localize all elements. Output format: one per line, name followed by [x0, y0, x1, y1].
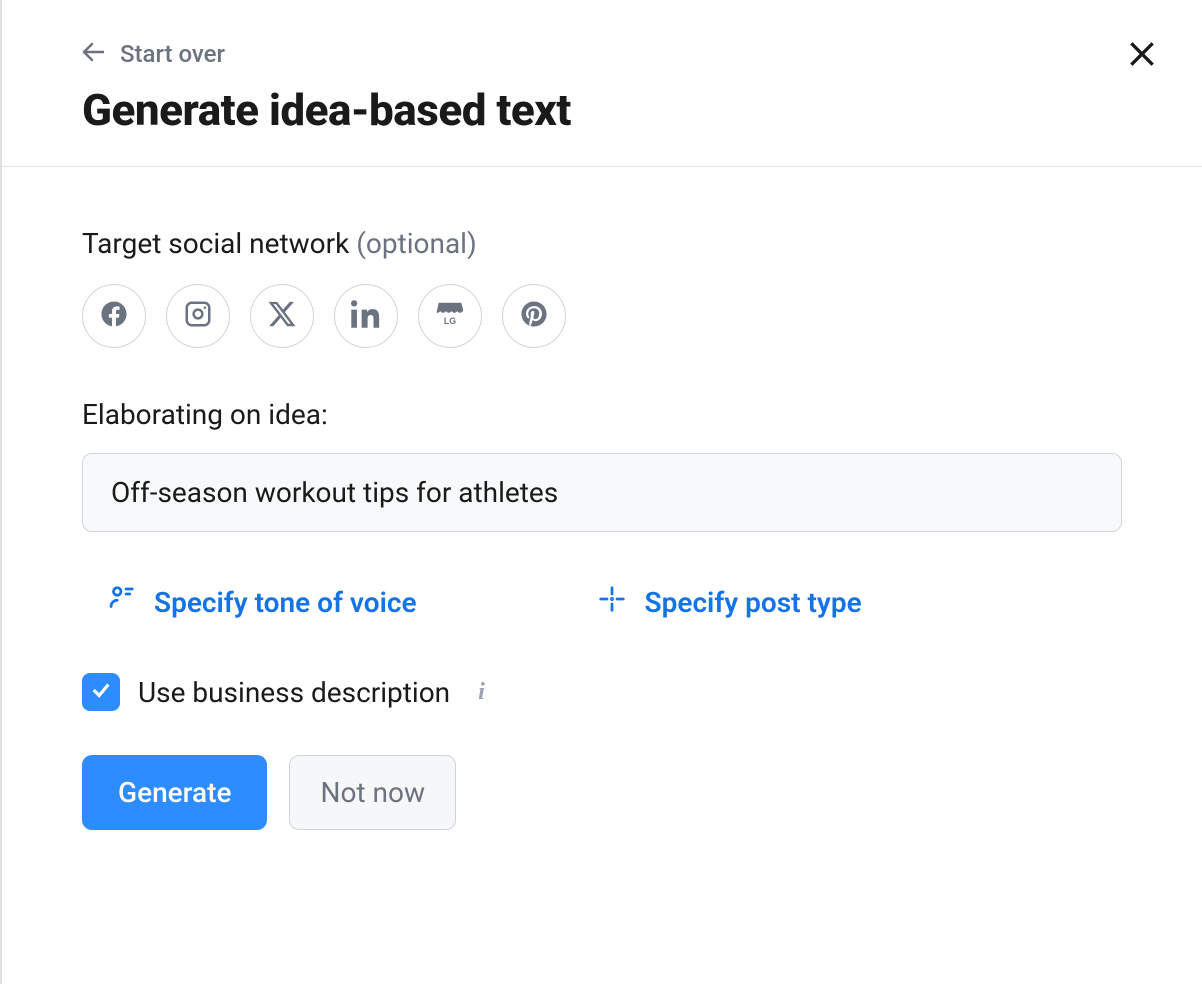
- social-x-button[interactable]: [250, 284, 314, 348]
- generate-button[interactable]: Generate: [82, 755, 267, 830]
- idea-label: Elaborating on idea:: [82, 398, 1122, 431]
- social-facebook-button[interactable]: [82, 284, 146, 348]
- options-row: Specify tone of voice Specify post type: [82, 584, 1122, 621]
- target-network-label-text: Target social network: [82, 227, 349, 260]
- modal-body: Target social network (optional): [2, 167, 1202, 890]
- social-network-row: LG: [82, 284, 1122, 348]
- business-desc-label: Use business description: [138, 676, 450, 709]
- social-pinterest-button[interactable]: [502, 284, 566, 348]
- modal-header: Start over Generate idea-based text: [2, 0, 1202, 167]
- social-linkedin-button[interactable]: [334, 284, 398, 348]
- generate-text-modal: Start over Generate idea-based text Targ…: [2, 0, 1202, 984]
- idea-input[interactable]: [82, 453, 1122, 532]
- social-google-business-button[interactable]: LG: [418, 284, 482, 348]
- tone-label: Specify tone of voice: [154, 586, 417, 619]
- target-network-optional: (optional): [349, 227, 476, 260]
- post-type-icon: [597, 584, 627, 621]
- linkedin-icon: [351, 299, 381, 333]
- button-row: Generate Not now: [82, 755, 1122, 830]
- page-title: Generate idea-based text: [82, 84, 1122, 136]
- social-instagram-button[interactable]: [166, 284, 230, 348]
- post-type-label: Specify post type: [645, 586, 862, 619]
- post-type-button[interactable]: Specify post type: [597, 584, 862, 621]
- business-desc-row: Use business description i: [82, 673, 1122, 711]
- not-now-button[interactable]: Not now: [289, 755, 456, 830]
- google-business-icon: LG: [435, 299, 465, 333]
- pinterest-icon: [519, 299, 549, 333]
- instagram-icon: [183, 299, 213, 333]
- target-network-label: Target social network (optional): [82, 227, 1122, 260]
- tone-of-voice-button[interactable]: Specify tone of voice: [106, 584, 417, 621]
- business-desc-checkbox[interactable]: [82, 673, 120, 711]
- start-over-button[interactable]: Start over: [82, 40, 1122, 68]
- info-icon[interactable]: i: [478, 679, 485, 706]
- arrow-left-icon: [82, 42, 106, 66]
- check-icon: [90, 679, 112, 705]
- facebook-icon: [99, 299, 129, 333]
- x-icon: [267, 299, 297, 333]
- tone-icon: [106, 584, 136, 621]
- svg-text:LG: LG: [444, 316, 456, 326]
- close-icon: [1126, 38, 1158, 74]
- close-button[interactable]: [1122, 36, 1162, 76]
- start-over-label: Start over: [120, 40, 225, 68]
